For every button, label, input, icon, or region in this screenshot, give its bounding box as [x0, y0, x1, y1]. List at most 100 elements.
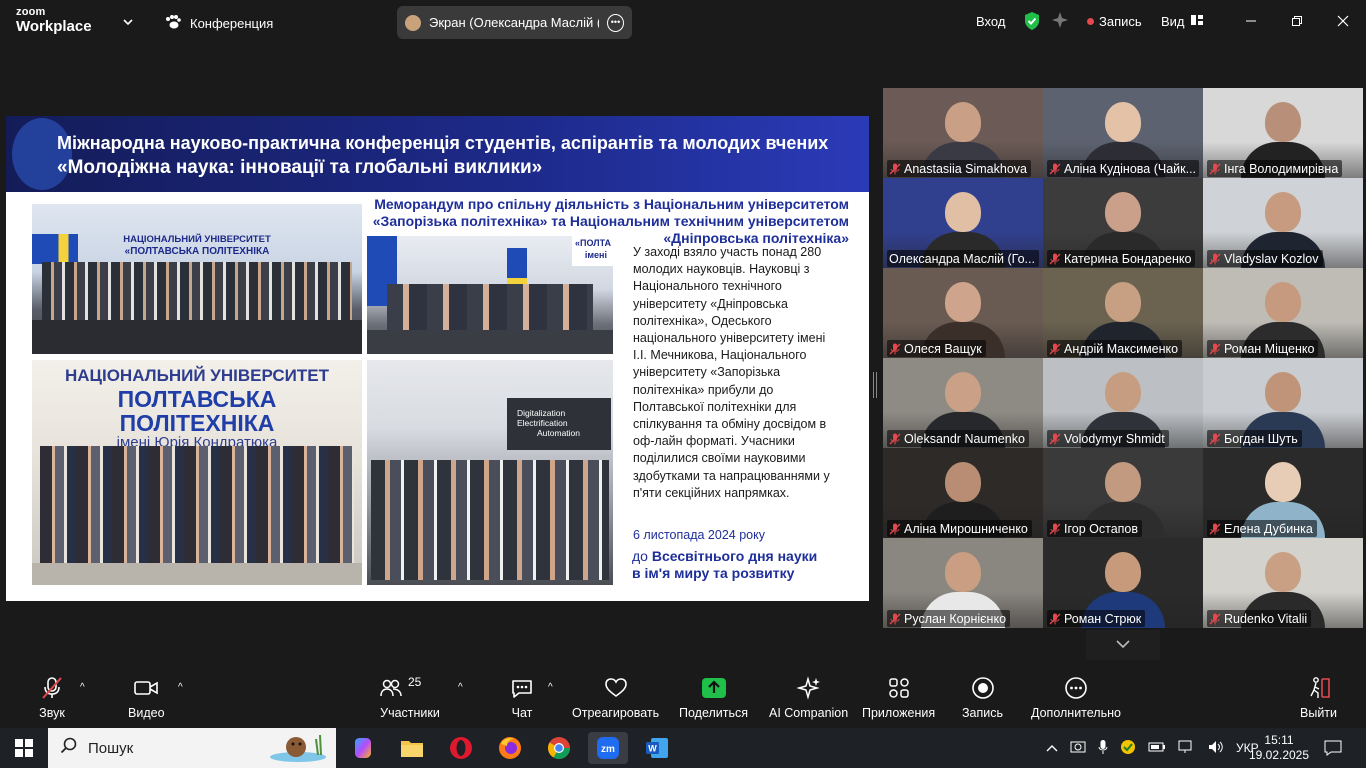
chevron-down-icon[interactable]	[120, 12, 136, 32]
participant-tile[interactable]: Роман Стрюк	[1043, 538, 1203, 628]
close-icon[interactable]	[1320, 8, 1366, 34]
participant-name: Руслан Корнієнко	[904, 612, 1007, 626]
video-button[interactable]: Видео	[128, 676, 165, 720]
participant-tile[interactable]: Oleksandr Naumenko	[883, 358, 1043, 448]
record-button[interactable]: Запись	[962, 676, 1003, 720]
word-icon[interactable]: W	[637, 732, 677, 764]
participant-tile[interactable]: Інга Володимирівна	[1203, 88, 1363, 178]
muted-microphone-icon	[889, 523, 901, 535]
windows-start-icon[interactable]	[4, 732, 44, 764]
shield-check-icon[interactable]	[1023, 11, 1041, 34]
participant-name: Елена Дубинка	[1224, 522, 1313, 536]
muted-microphone-icon	[1209, 613, 1221, 625]
participant-name-tag: Олеся Ващук	[887, 340, 986, 357]
restore-icon[interactable]	[1274, 8, 1320, 34]
sparkle-icon[interactable]	[1051, 11, 1069, 32]
gallery-scroll-down[interactable]	[1086, 630, 1160, 660]
video-options-caret-icon[interactable]: ^	[178, 682, 183, 693]
firefox-icon[interactable]	[490, 732, 530, 764]
copilot-icon[interactable]	[343, 732, 383, 764]
chat-caret-icon[interactable]: ^	[548, 682, 553, 693]
muted-microphone-icon	[1049, 343, 1061, 355]
zoom-app-icon[interactable]: zm	[588, 732, 628, 764]
participant-tile[interactable]: Елена Дубинка	[1203, 448, 1363, 538]
react-button[interactable]: Отреагировать	[572, 676, 659, 720]
participants-button[interactable]: 25 Участники	[380, 675, 440, 720]
participant-tile[interactable]: Олександра Маслій (Го...	[883, 178, 1043, 268]
notifications-icon[interactable]	[1324, 728, 1342, 768]
participant-face	[1265, 282, 1301, 322]
participants-caret-icon[interactable]: ^	[458, 682, 463, 693]
muted-microphone-icon	[1049, 163, 1061, 175]
participant-tile[interactable]: Аліна Кудінова (Чайк...	[1043, 88, 1203, 178]
participant-tile[interactable]: Катерина Бондаренко	[1043, 178, 1203, 268]
participant-tile[interactable]: Богдан Шуть	[1203, 358, 1363, 448]
event-date: 6 листопада 2024 року	[633, 528, 765, 542]
participant-tile[interactable]: Vladyslav Kozlov	[1203, 178, 1363, 268]
meeting-info-button[interactable]: Конференция	[164, 14, 273, 33]
share-screen-button[interactable]: Поделиться	[679, 676, 748, 720]
participant-tile[interactable]: Anastasiia Simakhova	[883, 88, 1043, 178]
muted-microphone-icon	[1049, 433, 1061, 445]
audio-button[interactable]: Звук	[38, 676, 66, 720]
participant-name-tag: Олександра Маслій (Го...	[887, 250, 1039, 267]
status-app-icon[interactable]	[1120, 739, 1136, 758]
view-label: Вид	[1161, 14, 1185, 29]
participant-name-tag: Ігор Остапов	[1047, 520, 1143, 537]
participant-tile[interactable]: Rudenko Vitalii	[1203, 538, 1363, 628]
participant-name: Богдан Шуть	[1224, 432, 1298, 446]
ai-companion-button[interactable]: AI Companion	[769, 676, 848, 720]
recording-indicator[interactable]: Запись	[1087, 14, 1142, 29]
camera-settings-icon[interactable]	[1070, 740, 1086, 757]
screen-share-pill[interactable]: Экран (Олександра Маслій (Го... •••	[397, 6, 632, 39]
more-button[interactable]: Дополнительно	[1031, 676, 1121, 720]
microphone-icon[interactable]	[1098, 739, 1108, 758]
record-icon	[969, 676, 997, 700]
chrome-icon[interactable]	[539, 732, 579, 764]
participant-name-tag: Роман Стрюк	[1047, 610, 1146, 627]
participant-face	[1265, 102, 1301, 142]
participant-face	[1105, 102, 1141, 142]
participant-tile[interactable]: Руслан Корнієнко	[883, 538, 1043, 628]
meeting-label: Конференция	[190, 16, 274, 31]
view-button[interactable]: Вид	[1161, 14, 1203, 29]
participant-tile[interactable]: Олеся Ващук	[883, 268, 1043, 358]
participant-name-tag: Роман Міщенко	[1207, 340, 1319, 357]
minimize-icon[interactable]	[1228, 8, 1274, 34]
video-label: Видео	[128, 706, 165, 720]
participant-name-tag: Oleksandr Naumenko	[887, 430, 1029, 447]
participant-tile[interactable]: Аліна Мирошниченко	[883, 448, 1043, 538]
clock[interactable]: 15:11 19.02.2025	[1249, 728, 1309, 768]
leave-button[interactable]: Выйти	[1300, 676, 1337, 720]
beaver-illustration-icon	[266, 729, 328, 767]
slogan: до Всесвітнього дня науки в ім'я миру та…	[632, 548, 817, 582]
grid-view-icon	[1190, 14, 1203, 29]
taskbar-search[interactable]: Пошук	[48, 728, 336, 768]
participant-tile[interactable]: Роман Міщенко	[1203, 268, 1363, 358]
shared-screen: Міжнародна науково-практична конференція…	[6, 116, 869, 601]
participant-tile[interactable]: Volodymyr Shmidt	[1043, 358, 1203, 448]
resize-handle[interactable]	[873, 372, 877, 398]
participant-tile[interactable]: Андрій Максименко	[1043, 268, 1203, 358]
chat-button[interactable]: Чат	[508, 676, 536, 720]
logo-line1: zoom	[16, 6, 46, 18]
opera-icon[interactable]	[441, 732, 481, 764]
volume-icon[interactable]	[1208, 740, 1224, 757]
participant-face	[1105, 192, 1141, 232]
show-hidden-icons-icon[interactable]	[1046, 741, 1058, 755]
participant-face	[1105, 552, 1141, 592]
sign-in-button[interactable]: Вход	[976, 14, 1005, 29]
zoom-workplace-logo: zoom Workplace	[16, 6, 92, 35]
more-icon[interactable]: •••	[607, 13, 624, 32]
audio-options-caret-icon[interactable]: ^	[80, 682, 85, 693]
participant-tile[interactable]: Ігор Остапов	[1043, 448, 1203, 538]
participant-name: Vladyslav Kozlov	[1224, 252, 1319, 266]
slide-title-line2: «Молодіжна наука: інновації та глобальні…	[57, 157, 543, 178]
apps-button[interactable]: Приложения	[862, 676, 935, 720]
participant-name-tag: Катерина Бондаренко	[1047, 250, 1196, 267]
network-icon[interactable]	[1178, 740, 1196, 757]
clock-date: 19.02.2025	[1248, 748, 1310, 762]
file-explorer-icon[interactable]	[392, 732, 432, 764]
photo-group-meeting-room: НАЦІОНАЛЬНИЙ УНІВЕРСИТЕТ «ПОЛТАВСЬКА ПОЛ…	[32, 204, 362, 354]
battery-icon[interactable]	[1148, 741, 1166, 756]
